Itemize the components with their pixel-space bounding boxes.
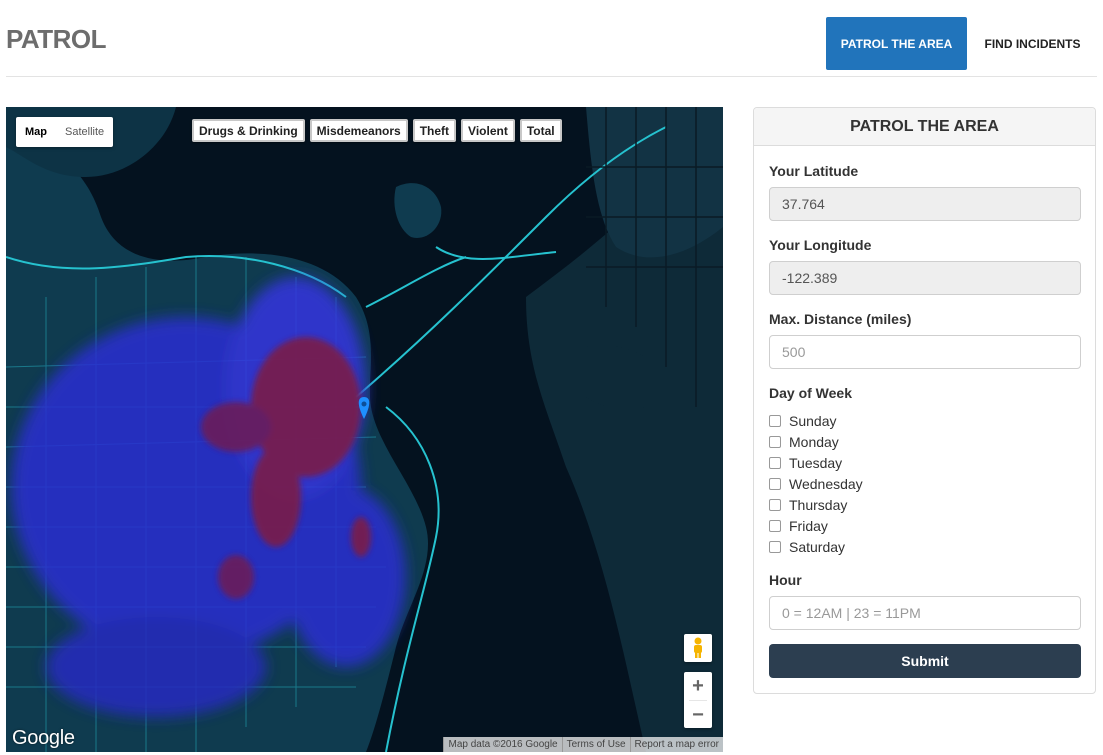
hour-label: Hour [769, 572, 802, 588]
filter-total-button[interactable]: Total [519, 119, 562, 142]
day-label: Friday [789, 517, 828, 534]
filter-theft-button[interactable]: Theft [412, 119, 457, 142]
sunday-checkbox[interactable] [769, 414, 781, 427]
latitude-input[interactable]: 37.764 [769, 187, 1081, 221]
distance-label: Max. Distance (miles) [769, 311, 912, 327]
patrol-form-panel: PATROL THE AREA Your Latitude 37.764 You… [753, 107, 1096, 694]
wednesday-checkbox[interactable] [769, 477, 781, 490]
nav-patrol-the-area[interactable]: PATROL THE AREA [826, 17, 967, 70]
day-option-monday[interactable]: Monday [769, 431, 863, 452]
map-tiles [6, 107, 723, 752]
day-label: Tuesday [789, 454, 843, 471]
thursday-checkbox[interactable] [769, 498, 781, 511]
panel-title: PATROL THE AREA [754, 108, 1095, 146]
map-attribution: Map data ©2016 Google Terms of Use Repor… [443, 737, 723, 752]
day-option-wednesday[interactable]: Wednesday [769, 473, 863, 494]
nav-find-incidents[interactable]: FIND INCIDENTS [975, 17, 1090, 70]
zoom-out-button[interactable]: − [684, 701, 712, 729]
zoom-control: + − [684, 672, 712, 728]
day-option-saturday[interactable]: Saturday [769, 536, 863, 557]
filter-violent-button[interactable]: Violent [461, 119, 515, 142]
friday-checkbox[interactable] [769, 519, 781, 532]
day-option-sunday[interactable]: Sunday [769, 410, 863, 431]
day-option-tuesday[interactable]: Tuesday [769, 452, 863, 473]
google-logo[interactable]: Google [12, 727, 75, 750]
filter-misdemeanors-button[interactable]: Misdemeanors [309, 119, 408, 142]
crime-filter-bar: Drugs & Drinking Misdemeanors Theft Viol… [192, 119, 562, 142]
map-type-control: Map Satellite [16, 117, 114, 147]
zoom-in-button[interactable]: + [684, 672, 712, 700]
day-label: Saturday [789, 538, 846, 555]
crime-heatmap[interactable]: Map Satellite Drugs & Drinking Misdemean… [6, 107, 723, 752]
submit-button[interactable]: Submit [769, 644, 1081, 678]
day-label: Thursday [789, 496, 848, 513]
day-label: Wednesday [789, 475, 863, 492]
map-type-satellite-button[interactable]: Satellite [56, 117, 113, 147]
longitude-label: Your Longitude [769, 237, 872, 253]
map-type-map-button[interactable]: Map [16, 117, 56, 147]
day-of-week-label: Day of Week [769, 385, 852, 401]
app-header: PATROL PATROL THE AREA FIND INCIDENTS [0, 0, 1103, 77]
header-divider [6, 76, 1097, 77]
map-data-credit: Map data ©2016 Google [443, 737, 562, 752]
day-label: Sunday [789, 412, 837, 429]
brand-logo[interactable]: PATROL [6, 24, 107, 55]
day-option-thursday[interactable]: Thursday [769, 494, 863, 515]
day-of-week-list: Sunday Monday Tuesday Wednesday Thursday… [769, 410, 863, 557]
longitude-input[interactable]: -122.389 [769, 261, 1081, 295]
distance-input[interactable] [769, 335, 1081, 369]
latitude-label: Your Latitude [769, 163, 859, 179]
street-view-pegman-icon[interactable] [684, 634, 712, 662]
monday-checkbox[interactable] [769, 435, 781, 448]
filter-drugs-drinking-button[interactable]: Drugs & Drinking [192, 119, 305, 142]
saturday-checkbox[interactable] [769, 540, 781, 553]
hour-input[interactable] [769, 596, 1081, 630]
tuesday-checkbox[interactable] [769, 456, 781, 469]
day-option-friday[interactable]: Friday [769, 515, 863, 536]
report-map-error-link[interactable]: Report a map error [629, 737, 723, 752]
terms-of-use-link[interactable]: Terms of Use [561, 737, 630, 752]
day-label: Monday [789, 433, 839, 450]
